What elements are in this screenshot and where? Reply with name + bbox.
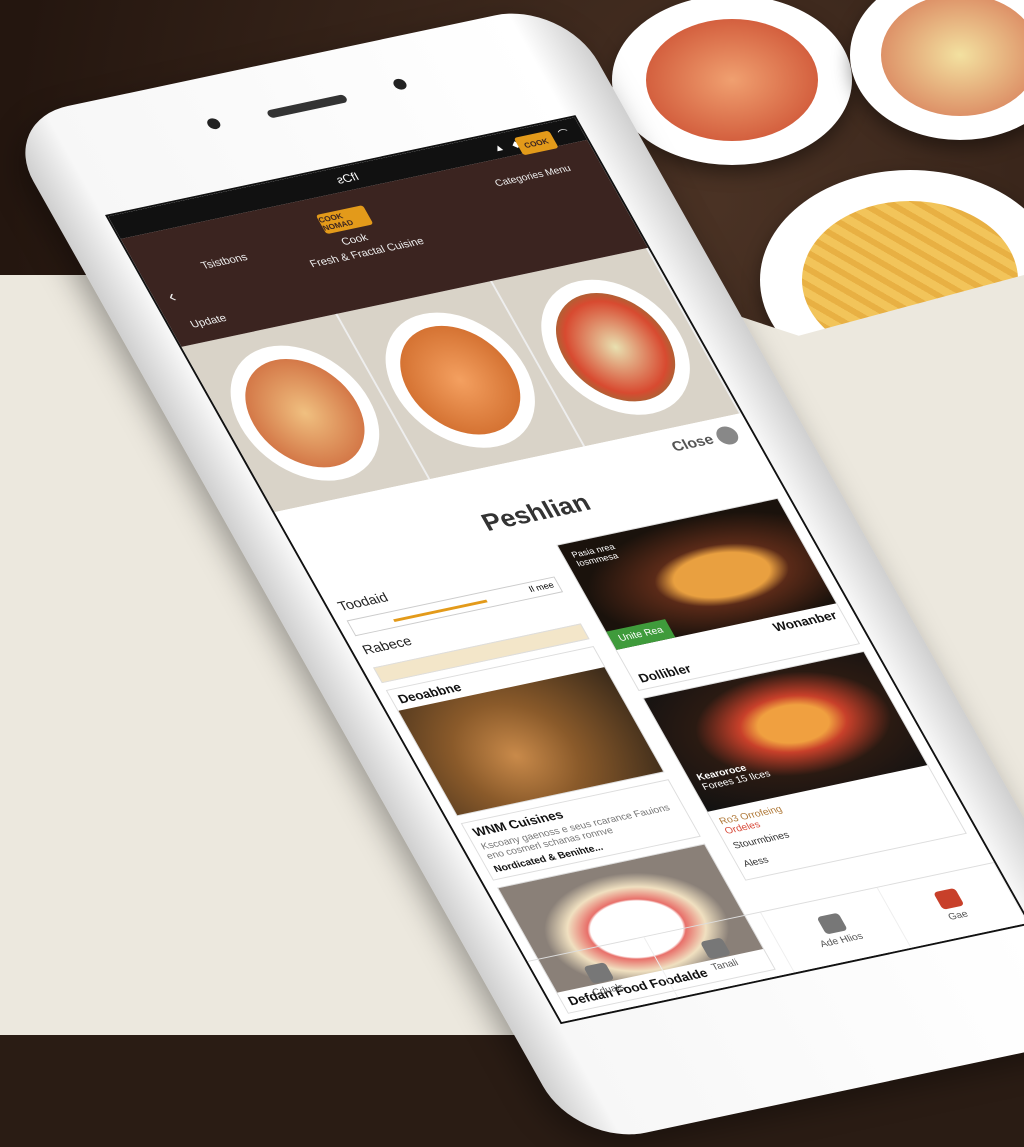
categories-menu[interactable]: Categories Menu	[493, 164, 573, 189]
nav-label: Cduals	[590, 982, 627, 999]
chair-icon	[816, 912, 848, 935]
header-left-label[interactable]: Tsistbons	[199, 252, 250, 272]
soup-bowl	[612, 0, 852, 165]
nav-label: Gae	[946, 909, 971, 923]
close-label: Close	[668, 431, 717, 455]
nav-label: Tanali	[709, 957, 741, 973]
app-logo: COOK NOMAD	[315, 205, 374, 235]
header-sub-label[interactable]: Update	[188, 313, 229, 331]
status-time: ƨCfI	[333, 169, 362, 187]
slider-label: Il mee	[526, 580, 556, 594]
burger-caption: Pasia nrea	[569, 541, 617, 560]
nav-label: Ade Hlios	[818, 931, 866, 950]
home-icon	[583, 962, 615, 985]
menu-icon	[699, 937, 732, 960]
close-button[interactable]: Close	[668, 424, 742, 456]
close-icon	[712, 424, 742, 447]
back-icon[interactable]: ‹	[164, 287, 180, 307]
header-tagline-1: Cook	[339, 232, 371, 248]
food-icon	[933, 887, 965, 910]
